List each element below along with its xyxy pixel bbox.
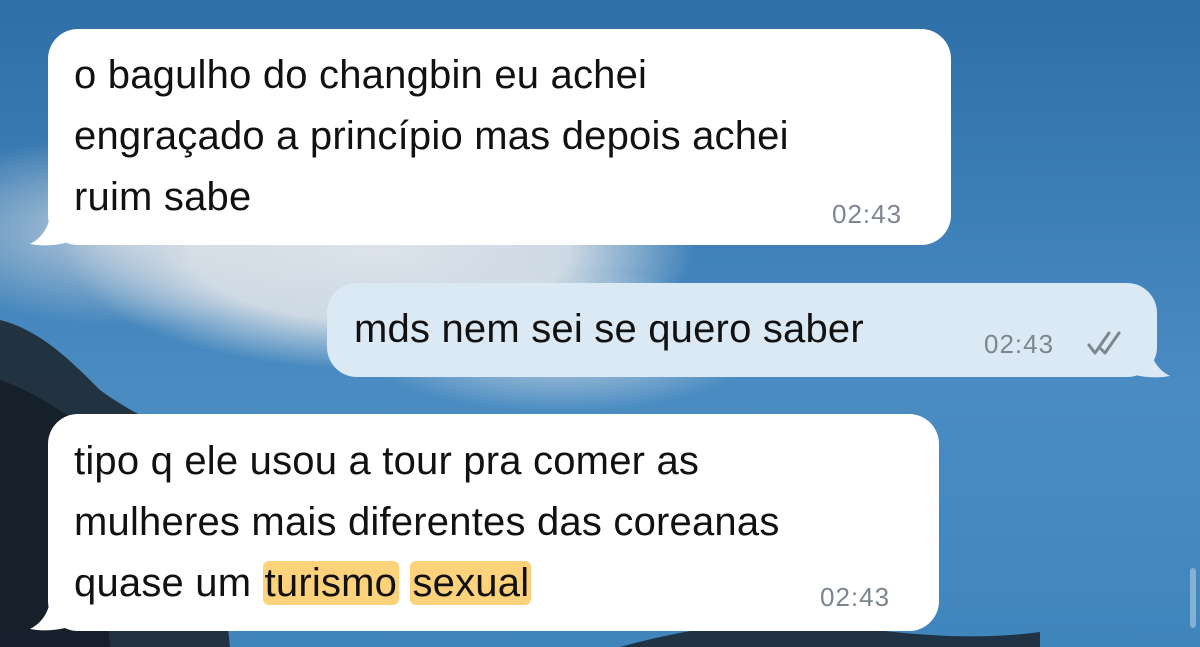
- message-bubble: o bagulho do changbin eu achei engraçado…: [48, 29, 951, 245]
- message-line: mulheres mais diferentes das coreanas: [74, 500, 780, 544]
- message-line: ruim sabe: [74, 175, 252, 219]
- message-line: engraçado a princípio mas depois achei: [74, 114, 789, 158]
- double-check-icon: [1087, 331, 1121, 355]
- scroll-indicator[interactable]: [1190, 568, 1196, 628]
- message-text: quase um: [74, 561, 263, 605]
- message-bubble: mds nem sei se quero saber 02:43: [327, 283, 1157, 377]
- message-timestamp: 02:43: [984, 329, 1055, 359]
- message-line: mds nem sei se quero saber: [354, 307, 864, 351]
- message-timestamp: 02:43: [832, 199, 903, 229]
- highlighted-word: turismo: [262, 561, 400, 605]
- word-gap: [399, 561, 410, 605]
- highlighted-word: sexual: [410, 561, 532, 605]
- message-line: quase um turismo sexual: [74, 553, 532, 614]
- message-line: tipo q ele usou a tour pra comer as: [74, 439, 700, 483]
- message-line: o bagulho do changbin eu achei: [74, 53, 648, 97]
- message-timestamp: 02:43: [820, 582, 891, 612]
- message-bubble: tipo q ele usou a tour pra comer as mulh…: [48, 414, 939, 631]
